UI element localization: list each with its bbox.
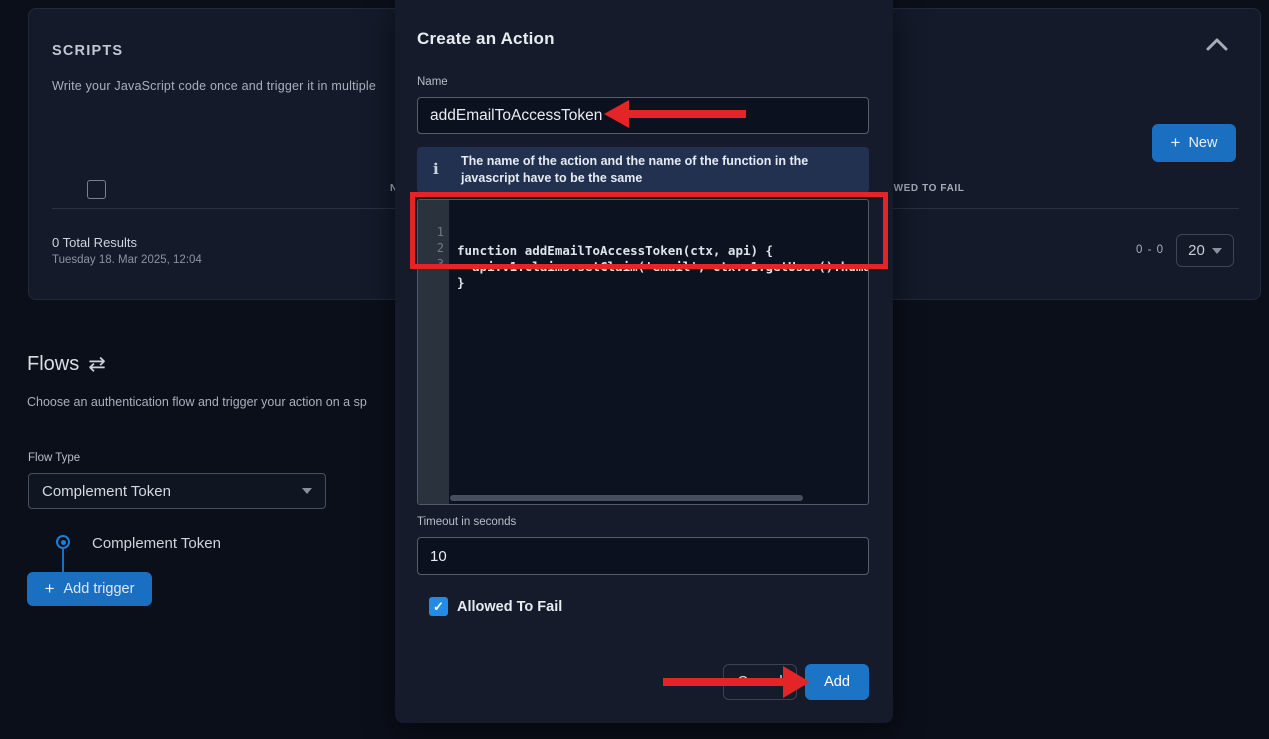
info-banner: ℹ The name of the action and the name of… [417,147,869,193]
swap-arrows-icon: ⇄ [88,352,106,376]
code-editor[interactable]: 1 function addEmailToAccessToken(ctx, ap… [417,199,869,505]
flows-section-title: Flows ⇄ [27,352,106,376]
line-number: 3 [418,257,444,271]
scripts-card-description: Write your JavaScript code once and trig… [52,79,376,93]
check-icon: ✓ [433,599,444,615]
code-line: 2 api.v1.claims.setClaim('email', ctx.v1… [418,223,868,239]
page-size-select[interactable]: 20 [1176,234,1234,267]
flow-node-icon [56,535,70,549]
add-trigger-label: Add trigger [64,581,135,597]
flow-type-value: Complement Token [42,483,171,500]
code-text: api.v1.claims.setClaim('email', ctx.v1.g… [457,259,868,274]
page-size-value: 20 [1188,242,1205,259]
plus-icon: + [45,579,55,599]
plus-icon: + [1171,133,1181,153]
caret-down-icon [1212,248,1222,254]
code-text: } [457,275,868,290]
caret-down-icon [302,488,312,494]
results-count: 0 Total Results [52,235,137,250]
add-trigger-button[interactable]: + Add trigger [27,572,152,606]
timeout-field-label: Timeout in seconds [417,516,516,528]
info-banner-text: The name of the action and the name of t… [461,153,861,187]
chevron-up-icon [1206,38,1228,51]
new-script-button[interactable]: + New [1152,124,1236,162]
timeout-input-value: 10 [430,548,447,565]
add-button-label: Add [824,674,850,690]
cancel-button-label: Cancel [737,674,782,690]
timeout-input[interactable]: 10 [417,537,869,575]
add-button[interactable]: Add [805,664,869,700]
select-all-checkbox[interactable] [87,180,106,199]
allowed-to-fail-checkbox[interactable]: ✓ [429,597,448,616]
name-input-value: addEmailToAccessToken [430,107,602,125]
pagination-range: 0 - 0 [1136,244,1164,256]
flow-connector-line [62,549,64,572]
name-input[interactable]: addEmailToAccessToken [417,97,869,134]
flow-node-label: Complement Token [92,535,221,552]
cancel-button[interactable]: Cancel [723,664,797,700]
info-icon: ℹ [433,160,439,178]
name-field-label: Name [417,76,448,88]
scripts-card-title: SCRIPTS [52,43,123,59]
collapse-section-button[interactable] [1201,31,1233,57]
flow-type-select[interactable]: Complement Token [28,473,326,509]
modal-title: Create an Action [417,29,555,49]
results-timestamp: Tuesday 18. Mar 2025, 12:04 [52,254,202,266]
code-line: 3 } [418,239,868,255]
create-action-modal: Create an Action Name addEmailToAccessTo… [395,0,893,723]
horizontal-scrollbar[interactable] [450,495,803,501]
flows-title-text: Flows [27,353,79,376]
new-button-label: New [1188,135,1217,151]
allowed-to-fail-label: Allowed To Fail [457,599,562,615]
flow-type-label: Flow Type [28,452,80,464]
flows-section-description: Choose an authentication flow and trigge… [27,395,367,409]
code-line: 1 function addEmailToAccessToken(ctx, ap… [418,207,868,223]
